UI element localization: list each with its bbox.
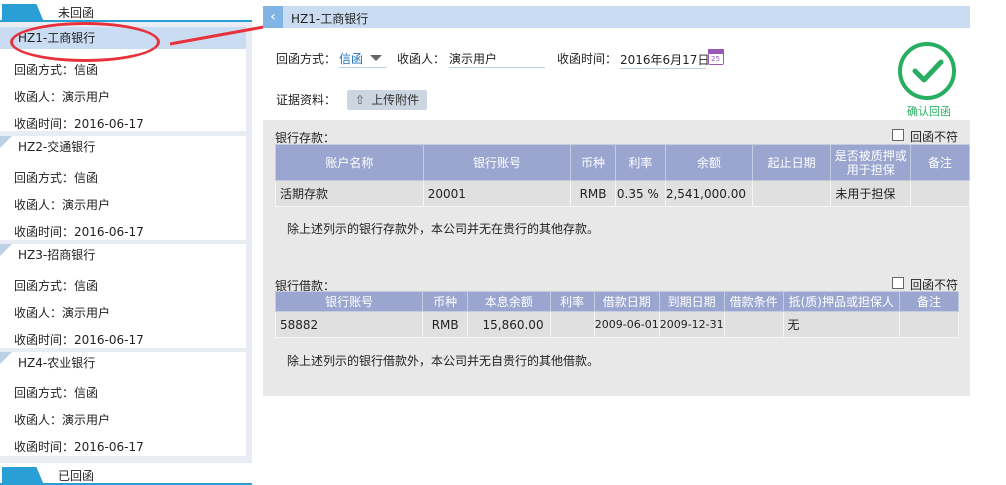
upload-icon: ⇧ bbox=[355, 93, 366, 107]
letter-card-hz3[interactable]: HZ3-招商银行 回函方式：信函 收函人：演示用户 收函时间：2016-06-1… bbox=[0, 244, 246, 348]
letter-card-time: 收函时间：2016-06-17 bbox=[14, 333, 144, 347]
table-cell: 2009-06-01 bbox=[593, 311, 660, 338]
upload-attachment-button[interactable]: ⇧ 上传附件 bbox=[347, 90, 428, 110]
loans-table: 银行账号 币种 本息余额 利率 借款日期 到期日期 借款条件 抵(质)押品或担保… bbox=[274, 291, 959, 338]
letter-card-method: 回函方式：信函 bbox=[14, 279, 99, 293]
column-header: 借款条件 bbox=[723, 291, 784, 312]
letter-card-method: 回函方式：信函 bbox=[14, 171, 99, 185]
deposits-mismatch-checkbox[interactable] bbox=[892, 129, 904, 141]
upload-label: 上传附件 bbox=[371, 93, 420, 107]
table-cell: 15,860.00 bbox=[466, 311, 551, 338]
loans-note: 除上述列示的银行借款外，本公司并无自贵行的其他借款。 bbox=[287, 354, 600, 368]
column-header: 利率 bbox=[549, 291, 595, 312]
table-cell: 2,541,000.00 bbox=[664, 180, 753, 207]
table-cell bbox=[910, 180, 970, 207]
check-circle-icon bbox=[898, 42, 956, 100]
column-header: 备注 bbox=[899, 291, 959, 312]
column-header: 备注 bbox=[910, 144, 970, 181]
column-header: 抵(质)押品或担保人 bbox=[782, 291, 901, 312]
table-cell: 活期存款 bbox=[275, 180, 424, 207]
confirmation-panel: 银行存款： 回函不符 账户名称 银行账号 币种 利率 余额 起止日期 是否被质押… bbox=[263, 120, 970, 396]
table-cell: 0.35 % bbox=[614, 180, 666, 207]
column-header: 币种 bbox=[422, 291, 468, 312]
column-header: 银行账号 bbox=[422, 144, 572, 181]
letter-card-receiver: 收函人：演示用户 bbox=[14, 198, 111, 212]
letter-card-hz2[interactable]: HZ2-交通银行 回函方式：信函 收函人：演示用户 收函时间：2016-06-1… bbox=[0, 136, 246, 240]
method-label: 回函方式： bbox=[276, 52, 337, 66]
column-header: 账户名称 bbox=[275, 144, 424, 181]
deposits-table: 账户名称 银行账号 币种 利率 余额 起止日期 是否被质押或用于担保 备注 活期… bbox=[275, 144, 970, 207]
table-row[interactable]: 58882 RMB 15,860.00 2009-06-01 2009-12-3… bbox=[274, 311, 959, 338]
deposits-note: 除上述列示的银行存款外，本公司并无在贵行的其他存款。 bbox=[287, 222, 600, 236]
letter-card-receiver: 收函人：演示用户 bbox=[14, 306, 111, 320]
table-cell bbox=[723, 311, 784, 338]
page-title: HZ1-工商银行 bbox=[291, 12, 369, 26]
column-header: 利率 bbox=[614, 144, 666, 181]
letter-card-method: 回函方式：信函 bbox=[14, 386, 99, 400]
table-cell bbox=[899, 311, 959, 338]
calendar-icon[interactable]: 25 bbox=[708, 49, 724, 65]
column-header: 到期日期 bbox=[658, 291, 725, 312]
chevron-down-icon[interactable] bbox=[370, 55, 382, 61]
calendar-day: 25 bbox=[711, 55, 720, 63]
sidebar: 未回函 HZ1-工商银行 回函方式：信函 收函人：演示用户 收函时间：2016-… bbox=[0, 0, 252, 485]
table-header-row: 银行账号 币种 本息余额 利率 借款日期 到期日期 借款条件 抵(质)押品或担保… bbox=[274, 291, 959, 312]
table-cell: 未用于担保 bbox=[830, 180, 912, 207]
pending-section-label: 未回函 bbox=[58, 6, 95, 20]
table-cell bbox=[549, 311, 595, 338]
table-cell: 58882 bbox=[274, 311, 424, 338]
highlight-ellipse bbox=[10, 22, 160, 62]
done-section-header[interactable]: 已回函 bbox=[0, 463, 252, 485]
chevron-left-icon[interactable]: ‹ bbox=[263, 6, 283, 28]
letter-card-receiver: 收函人：演示用户 bbox=[14, 90, 111, 104]
column-header: 币种 bbox=[570, 144, 616, 181]
time-label: 收函时间： bbox=[557, 52, 618, 66]
letter-card-method: 回函方式：信函 bbox=[14, 63, 99, 77]
letter-card-time: 收函时间：2016-06-17 bbox=[14, 440, 144, 454]
confirm-reply-button[interactable]: 确认回函 bbox=[898, 42, 958, 119]
column-header: 起止日期 bbox=[751, 144, 832, 181]
column-header: 余额 bbox=[664, 144, 753, 181]
letter-card-title: HZ2-交通银行 bbox=[18, 140, 96, 154]
letter-card-title: HZ4-农业银行 bbox=[18, 356, 96, 370]
confirm-reply-label: 确认回函 bbox=[907, 105, 951, 118]
table-cell: 2009-12-31 bbox=[658, 311, 725, 338]
section-tab-shape bbox=[2, 4, 44, 22]
detail-header: ‹ HZ1-工商银行 bbox=[263, 6, 970, 28]
pending-section-header[interactable]: 未回函 bbox=[0, 0, 252, 22]
letter-form: 回函方式： 信函 收函人： 演示用户 收函时间： 2016年6月17日 25 证… bbox=[263, 28, 970, 120]
table-row[interactable]: 活期存款 20001 RMB 0.35 % 2,541,000.00 未用于担保 bbox=[275, 180, 970, 207]
time-input[interactable]: 2016年6月17日 bbox=[620, 51, 709, 69]
column-header: 本息余额 bbox=[466, 291, 551, 312]
letter-card-time: 收函时间：2016-06-17 bbox=[14, 225, 144, 239]
table-cell: RMB bbox=[570, 180, 616, 207]
done-section-label: 已回函 bbox=[58, 469, 95, 483]
letter-card-receiver: 收函人：演示用户 bbox=[14, 413, 111, 427]
table-cell bbox=[751, 180, 832, 207]
letter-card-hz4[interactable]: HZ4-农业银行 回函方式：信函 收函人：演示用户 收函时间：2016-06-1… bbox=[0, 352, 246, 456]
section-tab-shape bbox=[2, 467, 44, 485]
table-header-row: 账户名称 银行账号 币种 利率 余额 起止日期 是否被质押或用于担保 备注 bbox=[275, 144, 970, 181]
column-header: 是否被质押或用于担保 bbox=[830, 144, 912, 181]
loans-mismatch-checkbox[interactable] bbox=[892, 277, 904, 289]
letter-card-title: HZ3-招商银行 bbox=[18, 248, 96, 262]
column-header: 银行账号 bbox=[274, 291, 424, 312]
receiver-label: 收函人： bbox=[397, 52, 446, 66]
column-header: 借款日期 bbox=[593, 291, 660, 312]
evidence-label: 证据资料： bbox=[276, 93, 337, 107]
table-cell: RMB bbox=[422, 311, 468, 338]
table-cell: 无 bbox=[782, 311, 901, 338]
letter-card-time: 收函时间：2016-06-17 bbox=[14, 117, 144, 131]
deposits-mismatch-label: 回函不符 bbox=[910, 130, 959, 144]
table-cell: 20001 bbox=[422, 180, 572, 207]
receiver-input[interactable]: 演示用户 bbox=[449, 50, 545, 68]
